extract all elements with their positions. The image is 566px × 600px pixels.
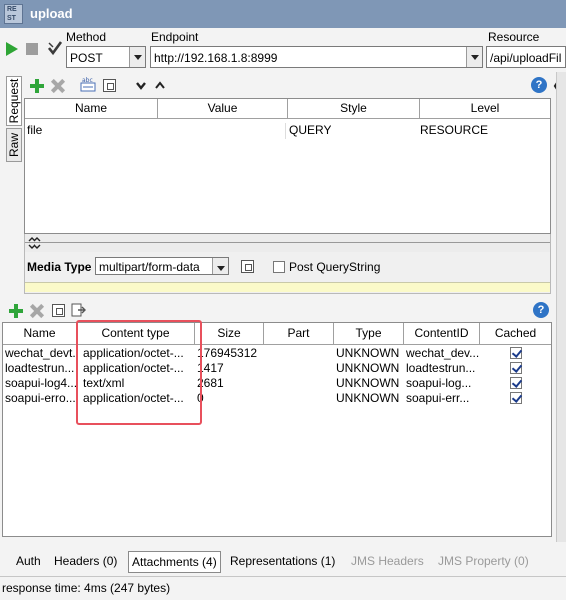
tab-attachments[interactable]: Attachments (4) xyxy=(128,551,221,573)
attachment-content-id: soapui-log... xyxy=(406,376,472,390)
media-options-icon[interactable] xyxy=(241,260,254,273)
attachment-size: 1417 xyxy=(197,361,224,375)
param-value[interactable] xyxy=(160,123,286,139)
move-up-icon[interactable] xyxy=(155,80,165,90)
attachment-content-id: wechat_dev... xyxy=(406,346,480,360)
help-icon[interactable]: ? xyxy=(533,302,549,318)
move-down-icon[interactable] xyxy=(136,80,146,90)
attachment-content-id: loadtestrun... xyxy=(406,361,476,375)
method-select[interactable]: POST xyxy=(66,46,146,68)
chevron-down-icon[interactable] xyxy=(129,47,145,67)
media-panel: Media Type multipart/form-data Post Quer… xyxy=(24,252,551,294)
cached-checkbox[interactable] xyxy=(510,362,522,374)
vertical-scrollbar[interactable] xyxy=(556,72,566,542)
tab-auth[interactable]: Auth xyxy=(16,551,41,573)
attachment-size: 2681 xyxy=(197,376,224,390)
post-querystring-checkbox[interactable] xyxy=(273,261,285,273)
tab-headers[interactable]: Headers (0) xyxy=(54,551,117,573)
method-label: Method xyxy=(66,30,107,44)
column-header[interactable]: Value xyxy=(158,99,288,118)
attachment-part xyxy=(264,391,334,406)
tab-request[interactable]: Request xyxy=(6,76,22,126)
resource-label: Resource xyxy=(488,30,540,44)
attachment-size: 176945312 xyxy=(197,346,258,360)
highlight-box xyxy=(76,320,202,425)
params-table: Name Value Style Level file QUERY RESOUR… xyxy=(24,98,551,234)
status-bar: response time: 4ms (247 bytes) xyxy=(0,576,566,600)
table-row[interactable]: file QUERY RESOURCE xyxy=(25,123,550,139)
endpoint-value: http://192.168.1.8:8999 xyxy=(154,51,278,65)
column-header[interactable]: Part xyxy=(264,323,334,345)
title-bar: RE ST upload xyxy=(0,0,566,28)
checkmark-icon[interactable] xyxy=(47,40,63,56)
column-header[interactable]: ContentID xyxy=(404,323,480,345)
attachment-type: UNKNOWN xyxy=(336,391,400,405)
response-time: response time: 4ms (247 bytes) xyxy=(2,581,171,595)
attachment-size: 0 xyxy=(197,391,204,405)
endpoint-label: Endpoint xyxy=(151,30,199,44)
play-icon[interactable] xyxy=(6,42,18,56)
media-type-label: Media Type xyxy=(27,260,92,274)
tab-jms-headers: JMS Headers xyxy=(351,554,424,568)
tab-representations[interactable]: Representations (1) xyxy=(230,551,335,573)
attachment-part xyxy=(264,376,334,391)
rest-logo-icon: RE ST xyxy=(4,4,23,24)
add-icon[interactable] xyxy=(30,79,44,93)
cached-checkbox[interactable] xyxy=(510,377,522,389)
attachment-part xyxy=(264,346,334,361)
cached-checkbox[interactable] xyxy=(510,347,522,359)
attachment-type: UNKNOWN xyxy=(336,376,400,390)
help-icon[interactable]: ? xyxy=(531,77,547,93)
param-style: QUERY xyxy=(289,123,332,137)
attachment-name: soapui-erro... xyxy=(5,391,76,405)
resource-value: /api/uploadFil xyxy=(490,51,562,65)
splitter[interactable] xyxy=(24,234,551,252)
column-header[interactable]: Size xyxy=(195,323,264,345)
cached-checkbox[interactable] xyxy=(510,392,522,404)
add-icon[interactable] xyxy=(9,304,23,318)
options-icon[interactable] xyxy=(52,304,65,317)
attachment-type: UNKNOWN xyxy=(336,346,400,360)
chevron-down-icon[interactable] xyxy=(466,47,482,67)
endpoint-field[interactable]: http://192.168.1.8:8999 xyxy=(150,46,483,68)
resize-strip[interactable] xyxy=(25,282,550,292)
attachment-type: UNKNOWN xyxy=(336,361,400,375)
attachment-name: wechat_devt... xyxy=(5,346,77,360)
delete-icon[interactable] xyxy=(51,79,65,93)
column-header[interactable]: Type xyxy=(334,323,404,345)
media-type-value: multipart/form-data xyxy=(99,260,200,274)
param-name: file xyxy=(27,123,43,137)
post-querystring-label: Post QueryString xyxy=(289,260,381,274)
svg-text:abc: abc xyxy=(82,77,93,84)
params-table-header: Name Value Style Level xyxy=(25,99,550,119)
attachment-name: loadtestrun... xyxy=(5,361,75,375)
resource-field[interactable]: /api/uploadFil xyxy=(486,46,566,68)
tab-raw[interactable]: Raw xyxy=(6,128,22,162)
delete-icon[interactable] xyxy=(30,304,44,318)
column-header[interactable]: Style xyxy=(288,99,420,118)
stop-icon[interactable] xyxy=(26,43,38,55)
tab-jms-property: JMS Property (0) xyxy=(438,554,529,568)
attachment-content-id: soapui-err... xyxy=(406,391,470,405)
params-icon[interactable]: abc xyxy=(80,77,96,93)
column-header[interactable]: Level xyxy=(420,99,550,118)
column-header[interactable]: Name xyxy=(25,99,158,118)
column-header[interactable]: Cached xyxy=(480,323,551,345)
column-header[interactable]: Name xyxy=(3,323,77,345)
attachment-name: soapui-log4... xyxy=(5,376,77,390)
param-level: RESOURCE xyxy=(420,123,489,137)
media-type-select[interactable]: multipart/form-data xyxy=(95,257,229,275)
attachment-part xyxy=(264,361,334,376)
method-value: POST xyxy=(70,51,103,65)
window-title: upload xyxy=(30,6,73,21)
options-icon[interactable] xyxy=(103,79,116,92)
export-icon[interactable] xyxy=(71,302,87,318)
